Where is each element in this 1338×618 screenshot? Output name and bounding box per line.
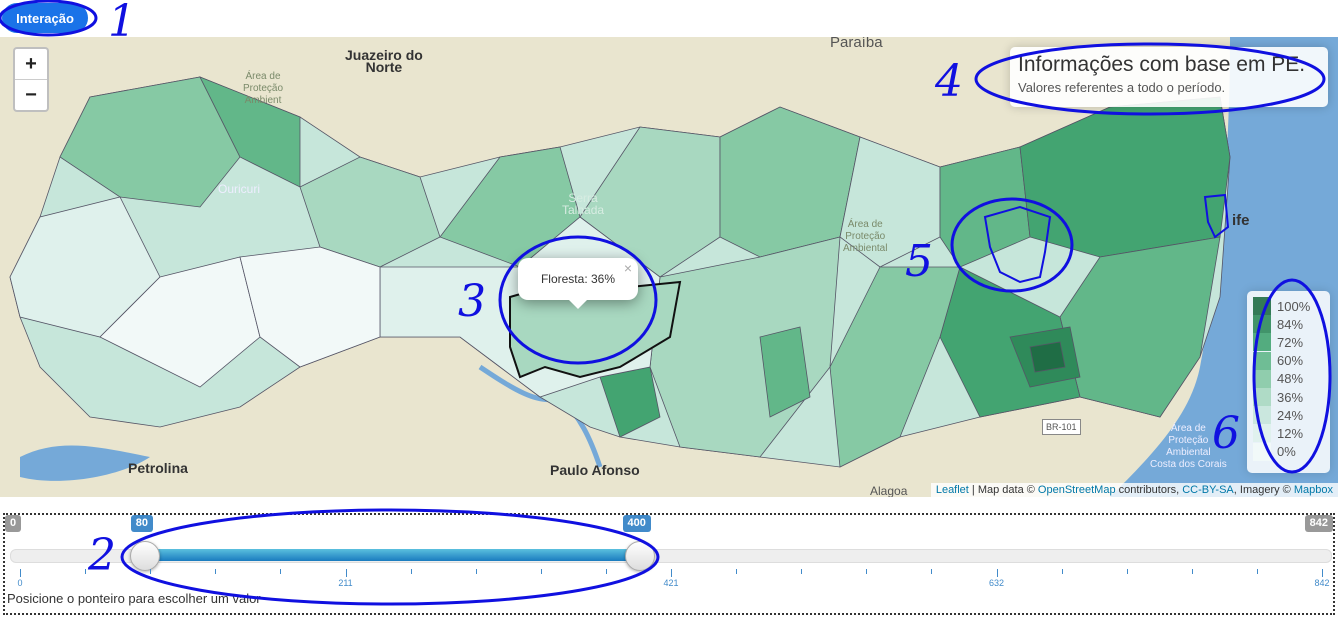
legend-row: 36% [1253, 388, 1324, 407]
osm-link[interactable]: OpenStreetMap [1038, 484, 1116, 496]
info-panel: Informações com base em PE. Valores refe… [1010, 47, 1328, 107]
slider-tick [1126, 569, 1128, 574]
annotation-number: 2 [88, 530, 116, 581]
legend-row: 24% [1253, 406, 1324, 425]
slider-to-label: 400 [622, 515, 651, 532]
slider-tick [736, 569, 738, 574]
legend-swatch [1253, 424, 1271, 443]
annotation-number: 5 [905, 236, 933, 287]
legend: 100% 84% 72% 60% 48% 36% 24% 12% 0% [1247, 291, 1330, 473]
legend-label: 84% [1277, 316, 1304, 332]
cc-link[interactable]: CC-BY-SA [1182, 484, 1234, 496]
slider-from-label: 80 [130, 515, 153, 532]
slider-to-handle[interactable] [624, 541, 655, 571]
attribution: Leaflet | Map data © OpenStreetMap contr… [930, 483, 1338, 497]
legend-swatch [1253, 369, 1271, 388]
legend-swatch [1253, 333, 1271, 352]
slider-range-bar[interactable] [143, 549, 639, 561]
annotation-number: 1 [108, 0, 136, 47]
slider-tick [345, 569, 347, 577]
range-slider: 0 842 80 400 0 211 421 632 842 Posicione o p… [3, 513, 1335, 615]
interaction-button[interactable]: Interação [2, 3, 88, 33]
top-bar: Interação [0, 0, 1338, 37]
slider-tick-label: 421 [663, 578, 679, 588]
legend-label: 100% [1277, 298, 1311, 314]
popup-text: Floresta: 36% [540, 272, 616, 286]
legend-label: 72% [1277, 334, 1304, 350]
legend-row: 84% [1253, 315, 1324, 334]
slider-tick-label: 211 [338, 578, 353, 588]
info-subtitle: Valores referentes a todo o período. [1018, 80, 1226, 95]
place-label: Petrolina [128, 460, 188, 476]
legend-label: 48% [1277, 371, 1304, 387]
popup: Floresta: 36% × [518, 258, 638, 309]
legend-swatch [1253, 297, 1271, 316]
legend-label: 24% [1277, 407, 1304, 423]
place-label: Paraíba [830, 37, 883, 51]
annotation-number: 3 [458, 276, 486, 327]
slider-tick [605, 569, 607, 574]
legend-swatch [1253, 388, 1271, 407]
slider-tick [1256, 569, 1258, 574]
legend-label: 60% [1277, 353, 1304, 369]
slider-min-label: 0 [5, 515, 22, 532]
legend-row: 60% [1253, 351, 1324, 370]
legend-row: 72% [1253, 333, 1324, 352]
slider-tick [20, 569, 21, 577]
slider-tick [540, 569, 542, 574]
place-label: Área de Proteção Ambient [243, 71, 284, 106]
slider-tick-label: 0 [17, 578, 23, 588]
place-label: Alagoa [870, 484, 908, 497]
slider-tick [1061, 569, 1063, 574]
slider-hint: Posicione o ponteiro para escolher um va… [7, 591, 261, 606]
slider-tick [475, 569, 477, 574]
slider-max-label: 842 [1304, 515, 1333, 532]
info-title: Informações com base em PE. [1018, 53, 1306, 76]
annotation-number: 4 [935, 56, 963, 107]
popup-close-button[interactable]: × [624, 260, 632, 276]
zoom-control: + − [13, 47, 49, 112]
place-label: Serra Talhada [562, 191, 605, 217]
place-label: ife [1232, 212, 1250, 229]
slider-tick [866, 569, 868, 574]
legend-label: 0% [1277, 444, 1296, 460]
slider-tick-label: 842 [1314, 578, 1330, 588]
place-label: Paulo Afonso [550, 462, 640, 478]
legend-label: 36% [1277, 389, 1304, 405]
slider-tick [1191, 569, 1193, 574]
legend-row: 12% [1253, 424, 1324, 443]
slider-tick [996, 569, 998, 577]
mapbox-link[interactable]: Mapbox [1294, 484, 1333, 496]
slider-tick [215, 569, 217, 574]
zoom-out-button[interactable]: − [15, 80, 47, 110]
leaflet-link[interactable]: Leaflet [936, 484, 969, 496]
zoom-in-button[interactable]: + [15, 49, 47, 80]
legend-swatch [1253, 406, 1271, 425]
slider-tick [85, 569, 87, 574]
slider-tick [150, 569, 152, 574]
place-label: Ouricuri [218, 182, 261, 196]
place-label: Juazeiro do Norte [345, 47, 423, 75]
slider-tick-label: 632 [988, 578, 1005, 588]
legend-swatch [1253, 442, 1271, 461]
legend-label: 12% [1277, 425, 1304, 441]
slider-tick [671, 569, 672, 577]
map-container[interactable]: + − Juazeiro do Norte Paraíba Ouricuri S… [0, 37, 1338, 497]
slider-tick [410, 569, 412, 574]
slider-tick [931, 569, 933, 574]
legend-swatch [1253, 315, 1271, 334]
legend-row: 100% [1253, 297, 1324, 316]
slider-tick [1322, 569, 1323, 577]
legend-row: 0% [1253, 442, 1324, 461]
legend-row: 48% [1253, 369, 1324, 388]
slider-from-handle[interactable] [129, 541, 160, 571]
annotation-number: 6 [1212, 408, 1240, 459]
place-label: Área de Proteção Ambiental [843, 219, 888, 254]
legend-swatch [1253, 351, 1271, 370]
slider-tick [801, 569, 803, 574]
slider-tick [280, 569, 282, 574]
road-label: BR-101 [1042, 419, 1081, 435]
